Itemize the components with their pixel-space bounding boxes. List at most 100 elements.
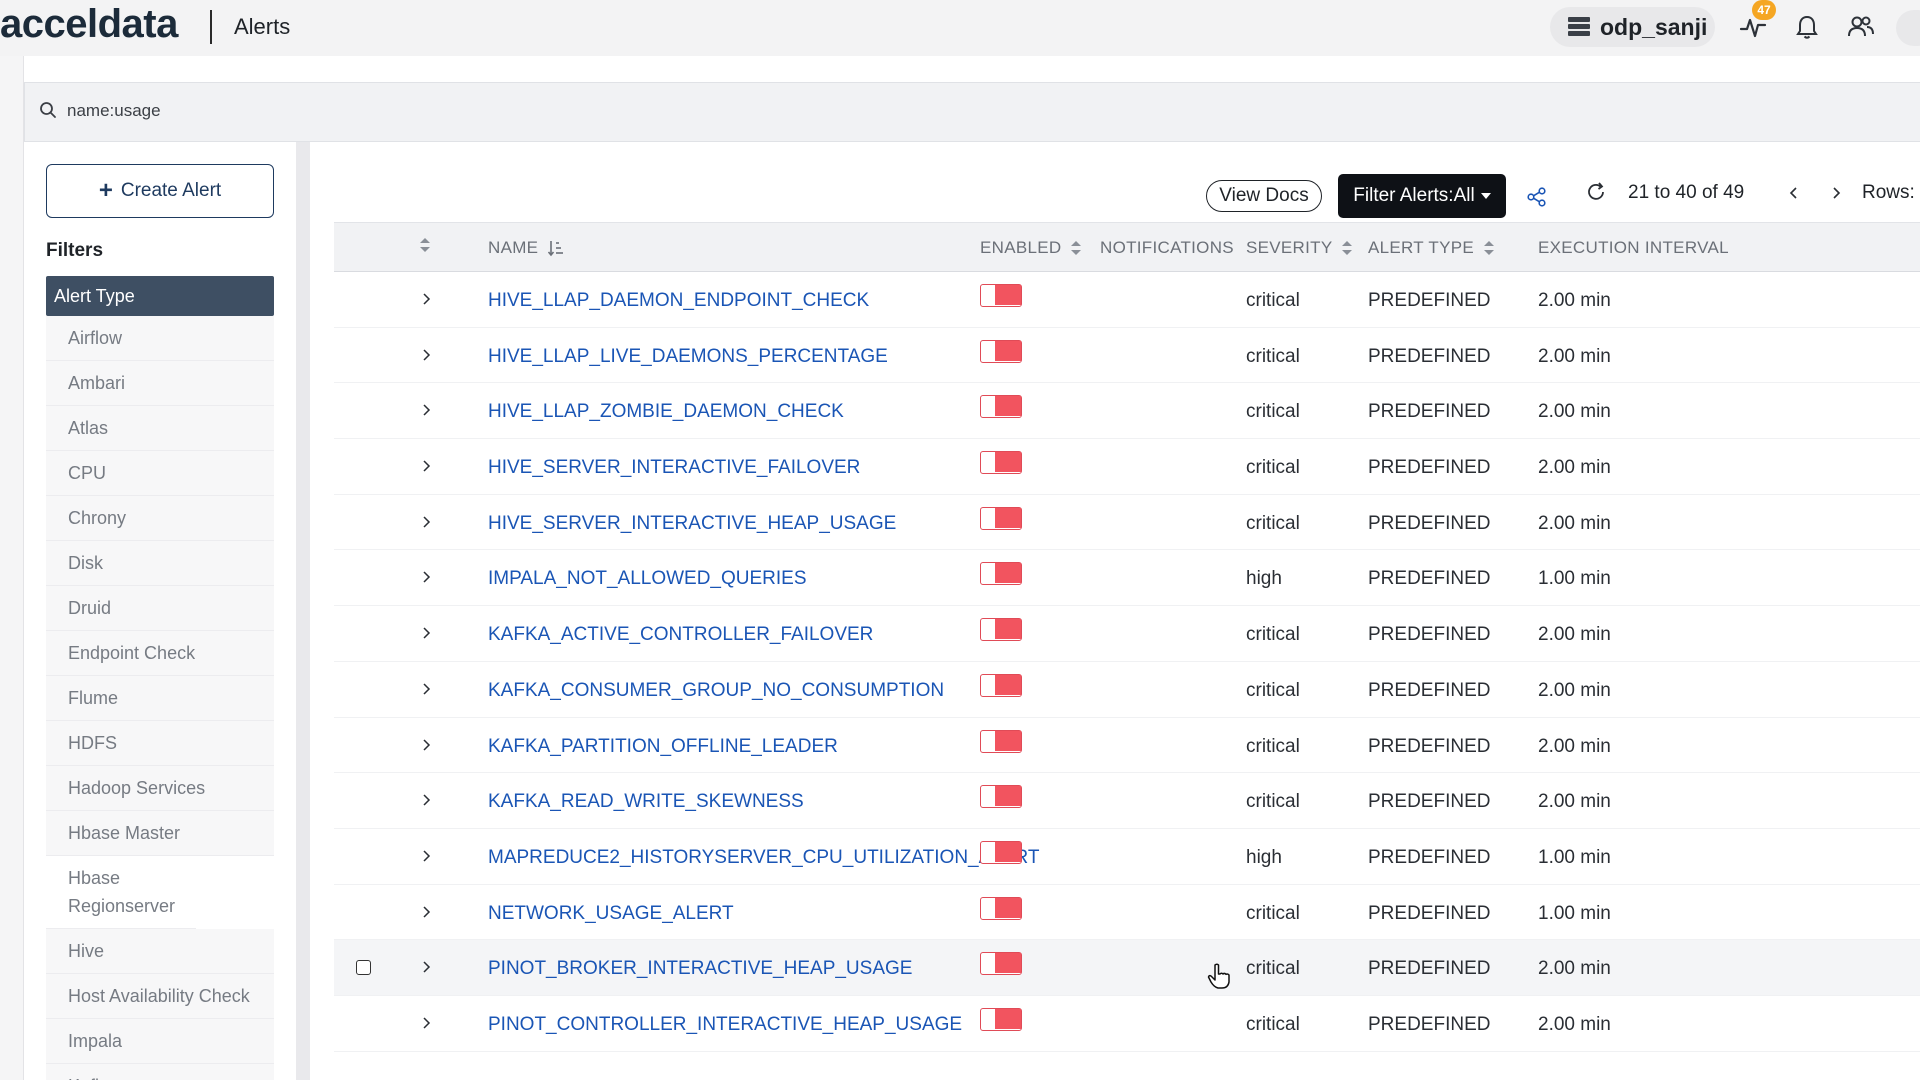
table-row[interactable]: HIVE_LLAP_ZOMBIE_DAEMON_CHECK critical PRE… [334,383,1920,440]
chevron-right-icon[interactable] [419,292,433,306]
chevron-right-icon[interactable] [419,849,433,863]
app-switcher-button[interactable] [1896,10,1920,46]
alert-name-link[interactable]: HIVE_LLAP_ZOMBIE_DAEMON_CHECK [488,401,844,423]
alert-name-link[interactable]: KAFKA_READ_WRITE_SKEWNESS [488,791,804,813]
chevron-right-icon[interactable] [419,1016,433,1030]
alert-name-link[interactable]: IMPALA_NOT_ALLOWED_QUERIES [488,568,807,590]
chevron-right-icon[interactable] [419,905,433,919]
expand-column-sort[interactable] [420,238,430,252]
filter-item-hdfs[interactable]: HDFS [46,721,274,766]
enabled-toggle[interactable] [980,562,1022,586]
users-icon[interactable] [1846,12,1876,42]
table-row[interactable]: KAFKA_PARTITION_OFFLINE_LEADER critical PR… [334,718,1920,774]
alert-name-link[interactable]: KAFKA_PARTITION_OFFLINE_LEADER [488,736,838,758]
filter-item-impala[interactable]: Impala [46,1019,274,1064]
table-row[interactable]: PINOT_CONTROLLER_INTERACTIVE_HEAP_USAGE c… [334,996,1920,1052]
enabled-toggle[interactable] [980,729,1022,753]
search-input[interactable]: name:usage [67,101,161,121]
filter-item-druid[interactable]: Druid [46,586,274,631]
view-docs-button[interactable]: View Docs [1206,180,1322,212]
column-header-name[interactable]: NAME [488,238,564,258]
severity-value: critical [1246,512,1300,534]
filter-item-disk[interactable]: Disk [46,541,274,586]
filter-alerts-dropdown[interactable]: Filter Alerts:All [1338,174,1506,218]
table-row[interactable]: KAFKA_CONSUMER_GROUP_NO_CONSUMPTION criti… [334,662,1920,718]
chevron-left-icon[interactable] [1786,185,1802,201]
enabled-toggle[interactable] [980,339,1022,363]
alert-name-link[interactable]: PINOT_BROKER_INTERACTIVE_HEAP_USAGE [488,958,912,980]
search-bar[interactable]: name:usage [24,82,1920,142]
enabled-toggle[interactable] [980,284,1022,307]
create-alert-button[interactable]: + Create Alert [46,164,274,218]
filter-item-endpoint-check[interactable]: Endpoint Check [46,631,274,676]
enabled-toggle[interactable] [980,785,1022,809]
filter-item-host-availability-check[interactable]: Host Availability Check [46,974,274,1019]
table-row[interactable]: PINOT_BROKER_INTERACTIVE_HEAP_USAGE criti… [334,940,1920,996]
filter-item-flume[interactable]: Flume [46,676,274,721]
enabled-toggle[interactable] [980,618,1022,642]
filter-item-hadoop-services[interactable]: Hadoop Services [46,766,274,811]
chevron-right-icon[interactable] [419,403,433,417]
table-row[interactable]: HIVE_SERVER_INTERACTIVE_HEAP_USAGE critic… [334,495,1920,551]
filter-item-chrony[interactable]: Chrony [46,496,274,541]
table-row[interactable]: HIVE_SERVER_INTERACTIVE_FAILOVER critical… [334,439,1920,495]
chevron-right-icon[interactable] [419,682,433,696]
caret-down-icon [1480,193,1491,199]
chevron-right-icon[interactable] [419,626,433,640]
column-header-alert-type[interactable]: ALERT TYPE [1368,238,1494,258]
enabled-toggle[interactable] [980,952,1022,976]
table-row[interactable]: HIVE_LLAP_DAEMON_ENDPOINT_CHECK critical P… [334,272,1920,328]
alert-name-link[interactable]: NETWORK_USAGE_ALERT [488,903,734,925]
column-header-severity[interactable]: SEVERITY [1246,238,1353,258]
sidebar-splitter[interactable] [296,142,310,1080]
execution-interval-value: 1.00 min [1538,568,1611,590]
chevron-right-icon[interactable] [419,515,433,529]
alert-name-link[interactable]: HIVE_SERVER_INTERACTIVE_FAILOVER [488,457,860,479]
filter-item-hbase-regionserver[interactable]: Hbase Regionserver [46,856,196,929]
enabled-toggle[interactable] [980,451,1022,475]
chevron-right-icon[interactable] [419,459,433,473]
alert-name-link[interactable]: HIVE_LLAP_LIVE_DAEMONS_PERCENTAGE [488,346,888,368]
enabled-toggle[interactable] [980,896,1022,920]
bell-icon[interactable] [1792,12,1822,42]
filter-item-cpu[interactable]: CPU [46,451,274,496]
filter-item-hbase-master[interactable]: Hbase Master [46,811,274,856]
alert-name-link[interactable]: KAFKA_ACTIVE_CONTROLLER_FAILOVER [488,624,873,646]
enabled-toggle[interactable] [980,1007,1022,1031]
refresh-icon[interactable] [1585,181,1607,203]
filter-item-hive[interactable]: Hive [46,929,274,974]
column-header-execution-interval[interactable]: EXECUTION INTERVAL [1538,238,1729,258]
cluster-selector[interactable]: odp_sanji [1550,7,1715,47]
logo[interactable]: acceldata [0,2,178,47]
enabled-toggle[interactable] [980,673,1022,697]
chevron-right-icon[interactable] [419,570,433,584]
chevron-right-icon[interactable] [419,793,433,807]
row-checkbox[interactable] [356,960,371,976]
chevron-right-icon[interactable] [1828,185,1844,201]
filter-item-atlas[interactable]: Atlas [46,406,274,451]
enabled-toggle[interactable] [980,506,1022,530]
table-row[interactable]: NETWORK_USAGE_ALERT critical PREDEFINED 1.0… [334,885,1920,941]
filter-group-alert-type[interactable]: Alert Type [46,276,274,316]
filter-item-ambari[interactable]: Ambari [46,361,274,406]
column-header-enabled[interactable]: ENABLED [980,238,1082,258]
table-row[interactable]: KAFKA_ACTIVE_CONTROLLER_FAILOVER critical… [334,606,1920,662]
table-row[interactable]: KAFKA_READ_WRITE_SKEWNESS critical PREDEFI… [334,773,1920,829]
table-row[interactable]: MAPREDUCE2_HISTORYSERVER_CPU_UTILIZATION… [334,829,1920,885]
enabled-toggle[interactable] [980,395,1022,419]
alert-name-link[interactable]: HIVE_SERVER_INTERACTIVE_HEAP_USAGE [488,513,896,535]
filter-item-airflow[interactable]: Airflow [46,316,274,361]
filter-item-kafka[interactable]: Kafka [46,1064,274,1080]
enabled-toggle[interactable] [980,840,1022,864]
alert-name-link[interactable]: HIVE_LLAP_DAEMON_ENDPOINT_CHECK [488,290,869,312]
alert-name-link[interactable]: PINOT_CONTROLLER_INTERACTIVE_HEAP_USAGE [488,1014,962,1036]
alert-name-link[interactable]: MAPREDUCE2_HISTORYSERVER_CPU_UTILIZATION… [488,847,1040,869]
share-icon[interactable] [1526,186,1548,208]
alert-name-link[interactable]: KAFKA_CONSUMER_GROUP_NO_CONSUMPTION [488,680,944,702]
chevron-right-icon[interactable] [419,960,433,974]
table-row[interactable]: HIVE_LLAP_LIVE_DAEMONS_PERCENTAGE critica… [334,328,1920,384]
table-row[interactable]: IMPALA_NOT_ALLOWED_QUERIES high PREDEFINED… [334,550,1920,607]
chevron-right-icon[interactable] [419,348,433,362]
chevron-right-icon[interactable] [419,738,433,752]
alert-type-value: PREDEFINED [1368,290,1491,311]
